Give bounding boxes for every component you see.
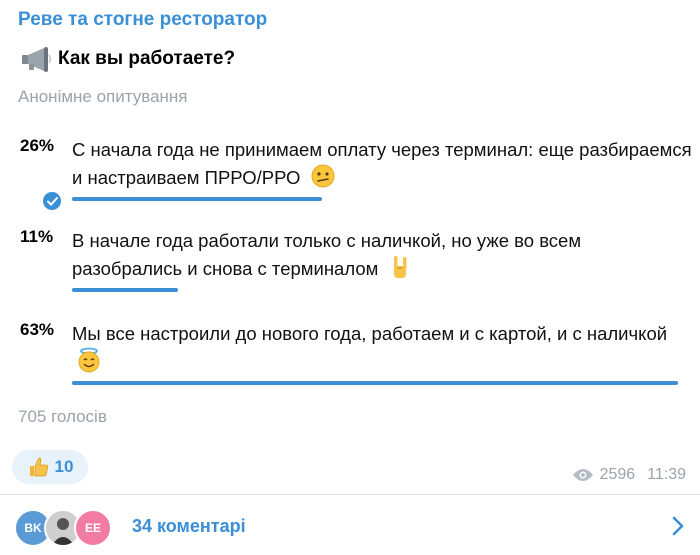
option-text-label: В начале года работали только с наличкой… xyxy=(72,230,582,279)
option-text: В начале года работали только с наличкой… xyxy=(72,227,692,282)
comments-button[interactable]: BK EE 34 коментарі xyxy=(0,495,700,555)
option-percent: 63% xyxy=(20,320,55,339)
sign-of-horns-icon xyxy=(394,256,407,278)
avatar-initials: BK xyxy=(24,521,42,535)
poll-question: Как вы работаете? xyxy=(20,46,235,72)
avatar: EE xyxy=(74,509,112,547)
vote-count: 705 голосів xyxy=(18,407,107,426)
smiling-face-with-halo-icon xyxy=(78,347,100,373)
option-bar xyxy=(72,381,678,385)
option-bar xyxy=(72,197,322,201)
poll-message: Реве та стогне ресторатор Как вы работае… xyxy=(0,0,700,555)
question-text: Как вы работаете? xyxy=(58,48,236,69)
confused-face-icon xyxy=(311,164,335,188)
avatar-initials: EE xyxy=(84,521,101,535)
option-bar xyxy=(72,288,178,292)
message-time: 11:39 xyxy=(647,466,686,483)
reaction-count: 10 xyxy=(54,457,74,476)
option-text: С начала года не принимаем оплату через … xyxy=(72,136,692,191)
option-text: Мы все настроили до нового года, работае… xyxy=(72,320,692,375)
option-percent: 26% xyxy=(20,136,55,155)
option-text-label: С начала года не принимаем оплату через … xyxy=(72,139,692,188)
channel-name[interactable]: Реве та стогне ресторатор xyxy=(18,9,267,31)
view-count: 2596 xyxy=(599,466,636,483)
megaphone-icon xyxy=(22,47,52,72)
chosen-check-icon xyxy=(43,192,61,210)
message-meta: 2596 11:39 xyxy=(572,466,686,484)
reaction-thumbs-up-button[interactable]: 10 xyxy=(12,450,88,484)
comments-label: 34 коментарі xyxy=(132,516,246,536)
option-text-label: Мы все настроили до нового года, работае… xyxy=(72,323,668,344)
thumbs-up-icon xyxy=(29,457,48,477)
chevron-right-icon xyxy=(672,516,684,536)
poll-type-label: Анонімне опитування xyxy=(18,87,188,106)
option-percent: 11% xyxy=(20,227,54,246)
eye-icon xyxy=(572,469,593,481)
